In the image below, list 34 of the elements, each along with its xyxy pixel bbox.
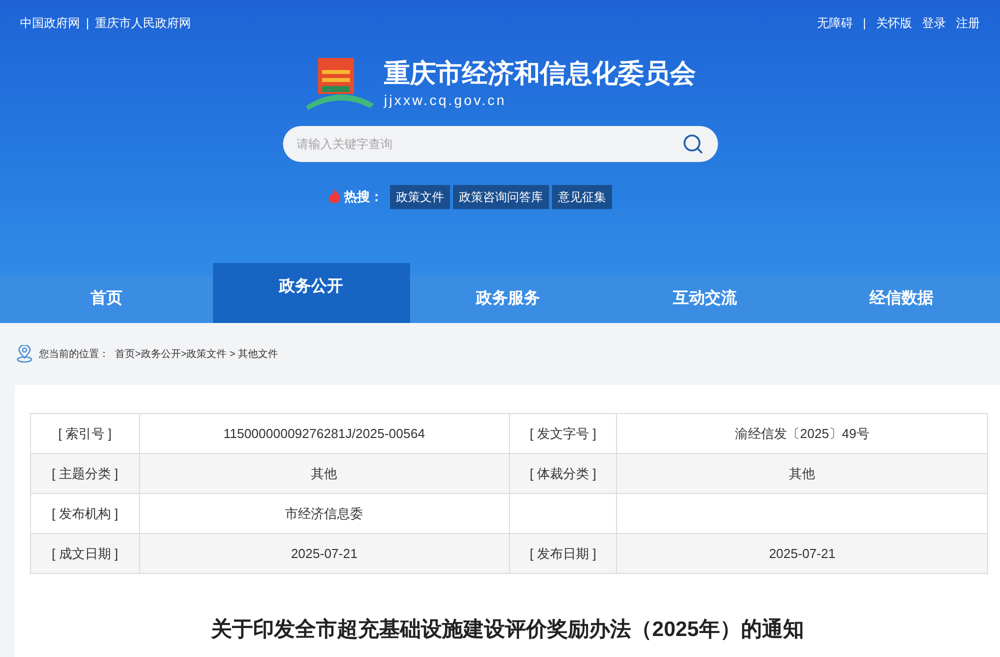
top-link[interactable]: 关怀版 — [876, 14, 912, 32]
separator: | — [862, 15, 866, 32]
nav-tab[interactable]: 经信数据 — [803, 275, 1000, 323]
location-pin-icon — [16, 345, 33, 363]
value-cell: 渝经信发〔2025〕49号 — [616, 414, 988, 454]
search-field[interactable]: 请输入关键字查询 — [296, 135, 682, 153]
label-cell: [ 成文日期 ] — [30, 534, 140, 574]
nav-tab[interactable]: 互动交流 — [606, 275, 804, 323]
site-domain: jjxxw.cq.gov.cn — [384, 90, 508, 110]
hot-search-tag[interactable]: 政策咨询问答库 — [453, 185, 549, 209]
top-link[interactable]: 注册 — [956, 14, 980, 32]
value-cell: 2025-07-21 — [139, 534, 510, 574]
separator: | — [86, 15, 90, 32]
article-title: 关于印发全市超充基础设施建设评价奖励办法（2025年）的通知 — [211, 616, 804, 643]
flame-icon — [328, 189, 341, 205]
site-title: 重庆市经济和信息化委员会 — [384, 56, 696, 90]
top-link[interactable]: 重庆市人民政府网 — [95, 14, 192, 32]
nav-tab[interactable]: 首页 — [0, 275, 213, 323]
top-link[interactable]: 登录 — [922, 14, 946, 32]
hot-search-tag[interactable]: 政策文件 — [390, 185, 450, 209]
search-icon[interactable] — [682, 133, 704, 155]
breadcrumb-path: 首页>政务公开>政策文件 > 其他文件 — [115, 348, 278, 362]
value-cell: 2025-07-21 — [616, 534, 988, 574]
value-cell: 11500000009276281J/2025-00564 — [139, 414, 510, 454]
hot-search-tag[interactable]: 意见征集 — [552, 185, 612, 209]
nav-tab[interactable]: 政务服务 — [410, 275, 606, 323]
label-cell: [ 发布日期 ] — [509, 534, 617, 574]
nav-tab[interactable]: 政务公开 — [212, 263, 410, 323]
breadcrumb-label: 您当前的位置： — [39, 348, 109, 362]
search-bar[interactable]: 请输入关键字查询 — [282, 126, 718, 162]
top-link[interactable]: 中国政府网 — [20, 14, 80, 32]
label-cell: [ 索引号 ] — [30, 414, 140, 454]
top-link[interactable]: 无障碍 — [816, 14, 853, 32]
hot-search-label: 热搜： — [344, 188, 383, 206]
